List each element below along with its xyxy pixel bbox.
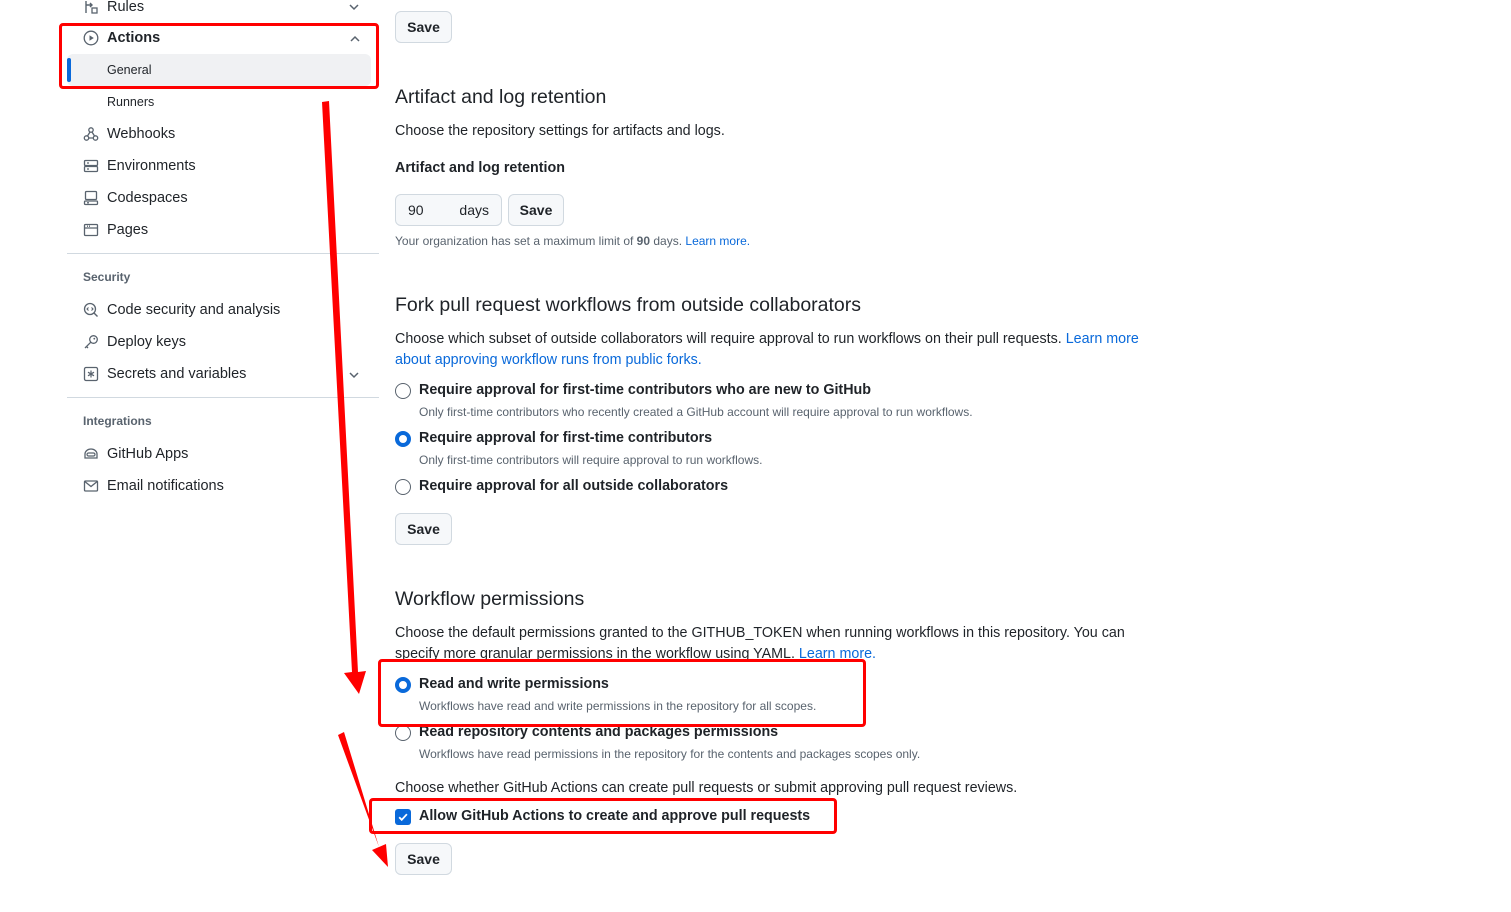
retention-days-input[interactable]: 90 days — [395, 194, 502, 226]
sidebar-subitem-label: General — [107, 63, 152, 77]
sidebar-item-label: Webhooks — [107, 126, 176, 142]
codespaces-icon — [83, 190, 99, 206]
allow-pr-checkbox[interactable] — [395, 809, 411, 825]
chevron-up-icon[interactable] — [349, 32, 361, 44]
sidebar-item-secrets[interactable]: Secrets and variables — [67, 358, 379, 390]
sidebar-item-label: Deploy keys — [107, 334, 186, 350]
webhook-icon — [83, 126, 99, 142]
codescan-icon — [83, 302, 99, 318]
note-text: Your organization has set a maximum limi… — [395, 234, 637, 248]
retention-note: Your organization has set a maximum limi… — [395, 234, 750, 248]
sidebar-item-code-security[interactable]: Code security and analysis — [67, 294, 379, 326]
sidebar-subitem-label: Runners — [107, 95, 155, 109]
note-value: 90 — [636, 234, 651, 248]
section-title-workflow: Workflow permissions — [395, 588, 585, 610]
chevron-down-icon[interactable] — [348, 0, 360, 12]
server-icon — [83, 158, 99, 174]
sidebar-item-label: Environments — [107, 158, 196, 174]
radio-label: Read and write permissions — [419, 676, 609, 692]
sidebar-item-deploy-keys[interactable]: Deploy keys — [67, 326, 379, 358]
save-button[interactable]: Save — [395, 513, 452, 545]
key-icon — [83, 334, 99, 350]
save-button[interactable]: Save — [395, 843, 452, 875]
section-heading-integrations: Integrations — [83, 414, 152, 428]
radio-label: Read repository contents and packages pe… — [419, 724, 779, 740]
section-title-artifact: Artifact and log retention — [395, 86, 607, 108]
sidebar-item-label: Actions — [107, 30, 161, 46]
chevron-down-icon[interactable] — [348, 368, 360, 380]
sidebar-item-pages[interactable]: Pages — [67, 214, 379, 246]
sidebar-item-codespaces[interactable]: Codespaces — [67, 182, 379, 214]
sidebar-item-email-notifications[interactable]: Email notifications — [67, 470, 379, 502]
learn-more-link[interactable]: Learn more. — [685, 234, 750, 248]
radio-all-outside[interactable] — [395, 479, 411, 495]
section-description: Choose the repository settings for artif… — [395, 123, 725, 139]
save-button[interactable]: Save — [395, 11, 452, 43]
arrow-annotation — [338, 732, 388, 867]
description-text: Choose the default permissions granted t… — [395, 625, 1125, 641]
sidebar-item-label: Secrets and variables — [107, 366, 247, 382]
mail-icon — [83, 478, 99, 494]
radio-description: Only first-time contributors who recentl… — [419, 405, 973, 419]
pr-question: Choose whether GitHub Actions can create… — [395, 780, 1018, 796]
sidebar-item-environments[interactable]: Environments — [67, 150, 379, 182]
sidebar-subitem-runners[interactable]: Runners — [67, 86, 371, 118]
browser-icon — [83, 222, 99, 238]
allow-pr-label: Allow GitHub Actions to create and appro… — [419, 808, 811, 824]
radio-description: Workflows have read and write permission… — [419, 699, 817, 713]
learn-more-link[interactable]: Learn more. — [799, 646, 876, 662]
sidebar-item-github-apps[interactable]: GitHub Apps — [67, 438, 379, 470]
sidebar-item-rules[interactable]: Rules — [67, 0, 379, 23]
description-text: specify more granular permissions in the… — [395, 646, 799, 662]
radio-description: Workflows have read permissions in the r… — [419, 747, 921, 761]
learn-more-link[interactable]: Learn more — [1066, 331, 1139, 347]
checkmark-icon — [398, 813, 408, 822]
radio-label: Require approval for first-time contribu… — [419, 382, 871, 398]
field-label: Artifact and log retention — [395, 160, 565, 176]
play-icon — [83, 30, 99, 46]
radio-label: Require approval for all outside collabo… — [419, 478, 729, 494]
key-asterisk-icon — [83, 366, 99, 382]
sidebar-item-label: Rules — [107, 0, 145, 15]
divider — [67, 397, 379, 398]
active-indicator — [67, 58, 71, 82]
sidebar-subitem-general[interactable]: General — [67, 54, 371, 86]
highlight-box-read-write — [378, 659, 866, 727]
section-description: Choose which subset of outside collabora… — [395, 329, 1165, 371]
rules-icon — [83, 0, 99, 15]
description-text: Choose which subset of outside collabora… — [395, 331, 1066, 347]
note-text: days. — [650, 234, 686, 248]
retention-days-value: 90 — [408, 202, 424, 218]
sidebar-item-label: Codespaces — [107, 190, 188, 206]
sidebar-item-label: Pages — [107, 222, 149, 238]
sidebar-item-label: Code security and analysis — [107, 302, 281, 318]
sidebar-item-actions[interactable]: Actions — [67, 22, 379, 54]
radio-read-write[interactable] — [395, 677, 411, 693]
retention-days-unit: days — [459, 202, 489, 218]
divider — [67, 253, 379, 254]
sidebar-item-webhooks[interactable]: Webhooks — [67, 118, 379, 150]
radio-label: Require approval for first-time contribu… — [419, 430, 713, 446]
sidebar-item-label: Email notifications — [107, 478, 224, 494]
section-description: Choose the default permissions granted t… — [395, 623, 1165, 665]
radio-first-time[interactable] — [395, 431, 411, 447]
radio-description: Only first-time contributors will requir… — [419, 453, 763, 467]
learn-more-link[interactable]: about approving workflow runs from publi… — [395, 352, 702, 368]
hubot-icon — [83, 446, 99, 462]
section-title-fork: Fork pull request workflows from outside… — [395, 294, 862, 316]
section-heading-security: Security — [83, 270, 131, 284]
save-button[interactable]: Save — [508, 194, 564, 226]
radio-first-time-new[interactable] — [395, 383, 411, 399]
radio-read-only[interactable] — [395, 725, 411, 741]
sidebar-item-label: GitHub Apps — [107, 446, 189, 462]
